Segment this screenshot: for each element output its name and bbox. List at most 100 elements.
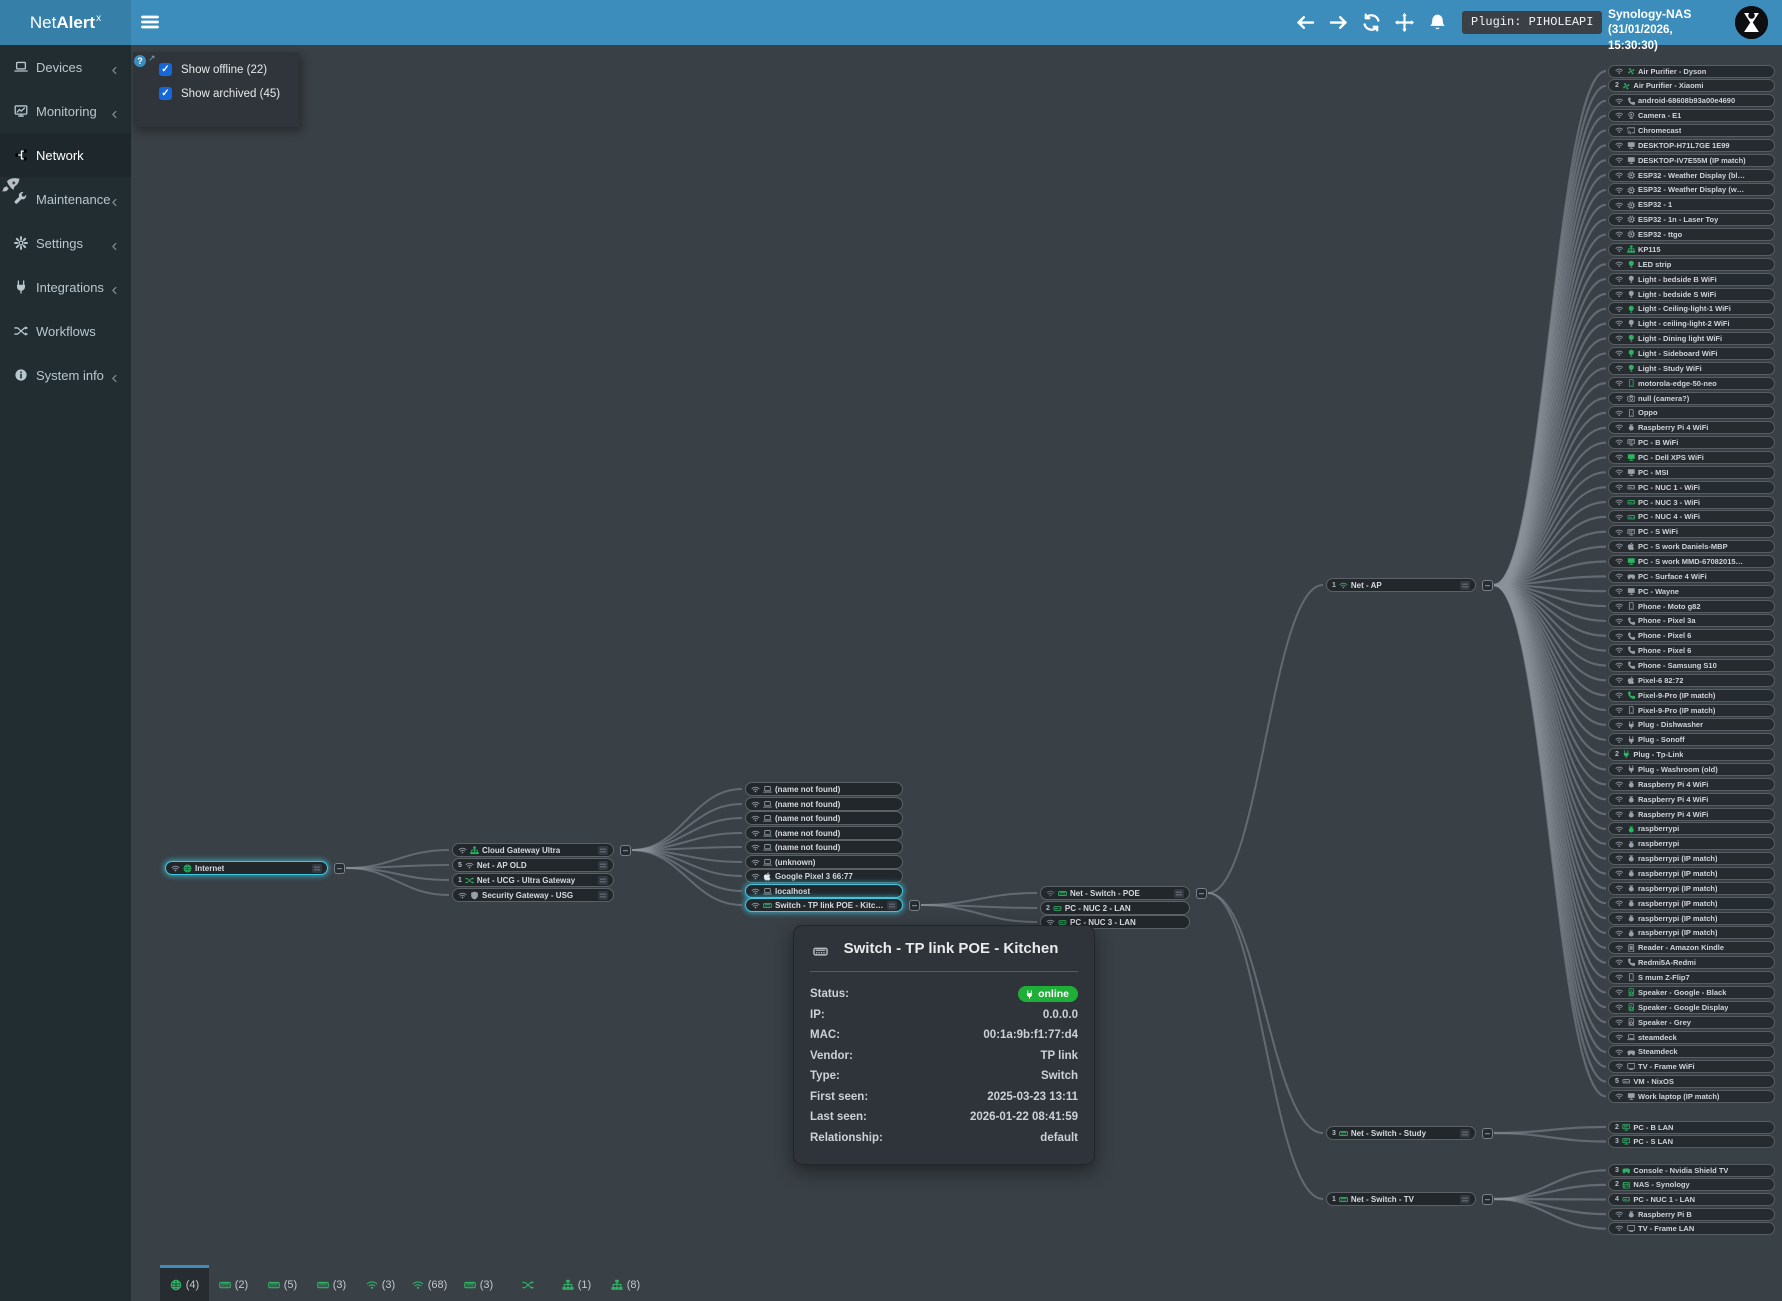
subnet-tab-9[interactable]: (1) (552, 1265, 601, 1301)
device-node[interactable]: Pixel-6 82:72 (1608, 674, 1775, 687)
device-node[interactable]: Reader - Amazon Kindle (1608, 941, 1775, 954)
device-node[interactable]: Redmi5A-Redmi (1608, 956, 1775, 969)
subnet-tab-2[interactable]: (2) (209, 1265, 258, 1301)
device-node[interactable]: KP115 (1608, 243, 1775, 256)
graph-node-sw-poe[interactable]: Net - Switch - POE (1040, 886, 1190, 900)
device-node[interactable]: Phone - Pixel 3a (1608, 614, 1775, 627)
device-node[interactable]: Raspberry Pi 4 WiFi (1608, 421, 1775, 434)
sidebar-item-system-info[interactable]: System info (0, 353, 131, 397)
brand-logo[interactable]: NetAlertx (0, 0, 131, 45)
device-node[interactable]: Phone - Pixel 6 (1608, 644, 1775, 657)
device-node[interactable]: 2NAS - Synology (1608, 1178, 1775, 1191)
collapse-cluster-button[interactable]: – (1482, 1128, 1493, 1139)
subnet-tab-10[interactable]: (8) (601, 1265, 650, 1301)
collapse-cluster-button[interactable]: – (1196, 888, 1207, 899)
device-node[interactable]: 3PC - S LAN (1608, 1135, 1775, 1148)
device-node[interactable]: Light - Sideboard WiFi (1608, 347, 1775, 360)
device-node[interactable]: raspberrypi (1608, 837, 1775, 850)
device-node[interactable]: Light - bedside S WiFi (1608, 288, 1775, 301)
device-node[interactable]: 2PC - B LAN (1608, 1121, 1775, 1134)
show-offline-checkbox[interactable]: ✓ (159, 63, 172, 76)
device-node[interactable]: Phone - Pixel 6 (1608, 629, 1775, 642)
device-node[interactable]: Plug - Sonoff (1608, 733, 1775, 746)
device-node[interactable]: ESP32 - 1n - Laser Toy (1608, 213, 1775, 226)
sidebar-item-devices[interactable]: Devices (0, 45, 131, 89)
device-node[interactable]: Air Purifier - Dyson (1608, 65, 1775, 78)
device-node[interactable]: Raspberry Pi 4 WiFi (1608, 793, 1775, 806)
nav-back-icon[interactable] (1296, 13, 1315, 32)
user-avatar[interactable] (1735, 6, 1768, 39)
refresh-icon[interactable] (1362, 13, 1381, 32)
device-node[interactable]: Plug - Washroom (old) (1608, 763, 1775, 776)
graph-node-sw-tv[interactable]: 1Net - Switch - TV (1326, 1192, 1476, 1206)
graph-node-unknown[interactable]: (unknown) (745, 855, 903, 869)
device-node[interactable]: Light - ceiling-light-2 WiFi (1608, 317, 1775, 330)
graph-node-localhost[interactable]: localhost (745, 884, 903, 898)
device-node[interactable]: Pixel-9-Pro (IP match) (1608, 689, 1775, 702)
device-node[interactable]: PC - S WiFi (1608, 525, 1775, 538)
graph-node-gpixel[interactable]: Google Pixel 3 66:77 (745, 869, 903, 883)
nav-forward-icon[interactable] (1329, 13, 1348, 32)
node-handle-icon[interactable] (598, 891, 608, 900)
device-node[interactable]: PC - MSI (1608, 466, 1775, 479)
node-handle-icon[interactable] (1174, 889, 1184, 898)
device-node[interactable]: Speaker - Grey (1608, 1016, 1775, 1029)
device-node[interactable]: Oppo (1608, 406, 1775, 419)
device-node[interactable]: 3Console - Nvidia Shield TV (1608, 1164, 1775, 1177)
subnet-tab-8[interactable] (503, 1265, 552, 1301)
sidebar-item-monitoring[interactable]: Monitoring (0, 89, 131, 133)
device-node[interactable]: Speaker - Google Display (1608, 1001, 1775, 1014)
device-node[interactable]: Light - Dining light WiFi (1608, 332, 1775, 345)
collapse-cluster-button[interactable]: – (909, 900, 920, 911)
device-node[interactable]: DESKTOP-H71L7GE 1E99 (1608, 139, 1775, 152)
collapse-cluster-button[interactable]: – (620, 845, 631, 856)
device-node[interactable]: 4PC - NUC 1 - LAN (1608, 1193, 1775, 1206)
device-node[interactable]: steamdeck (1608, 1031, 1775, 1044)
sidebar-item-workflows[interactable]: Workflows (0, 309, 131, 353)
device-node[interactable]: PC - Surface 4 WiFi (1608, 570, 1775, 583)
graph-node-net-ap-old[interactable]: 5Net - AP OLD (452, 858, 614, 872)
subnet-tab-6[interactable]: (68) (405, 1265, 454, 1301)
device-node[interactable]: PC - S work MMD-67082015… (1608, 555, 1775, 568)
device-node[interactable]: Camera - E1 (1608, 109, 1775, 122)
device-node[interactable]: null (camera?) (1608, 392, 1775, 405)
device-node[interactable]: raspberrypi (IP match) (1608, 897, 1775, 910)
subnet-tab-3[interactable]: (5) (258, 1265, 307, 1301)
device-node[interactable]: Raspberry Pi 4 WiFi (1608, 778, 1775, 791)
graph-node-nuc2[interactable]: 2PC - NUC 2 - LAN (1040, 901, 1190, 915)
device-node[interactable]: PC - S work Daniels-MBP (1608, 540, 1775, 553)
graph-node-nnf4[interactable]: (name not found) (745, 826, 903, 840)
node-handle-icon[interactable] (1460, 1129, 1470, 1138)
graph-node-nnf1[interactable]: (name not found) (745, 782, 903, 796)
device-node[interactable]: Plug - Dishwasher (1608, 718, 1775, 731)
device-node[interactable]: Raspberry Pi B (1608, 1208, 1775, 1221)
device-node[interactable]: 2Plug - Tp-Link (1608, 748, 1775, 761)
graph-node-net-ap[interactable]: 1Net - AP (1326, 578, 1476, 592)
device-node[interactable]: ESP32 - ttgo (1608, 228, 1775, 241)
device-node[interactable]: Pixel-9-Pro (IP match) (1608, 704, 1775, 717)
subnet-tab-1[interactable]: (4) (160, 1265, 209, 1301)
pan-move-icon[interactable] (1395, 13, 1414, 32)
device-node[interactable]: Speaker - Google - Black (1608, 986, 1775, 999)
sidebar-item-network[interactable]: Network (0, 133, 131, 177)
help-icon[interactable]: ? (134, 55, 146, 67)
collapse-cluster-button[interactable]: – (1482, 1194, 1493, 1205)
device-node[interactable]: android-68608b93a00e4690 (1608, 94, 1775, 107)
device-node[interactable]: DESKTOP-IV7E55M (IP match) (1608, 154, 1775, 167)
rocket-icon[interactable] (1, 175, 21, 195)
device-node[interactable]: PC - NUC 1 - WiFi (1608, 481, 1775, 494)
collapse-cluster-button[interactable]: – (334, 863, 345, 874)
graph-node-nnf2[interactable]: (name not found) (745, 797, 903, 811)
menu-toggle-icon[interactable] (140, 12, 160, 32)
device-node[interactable]: LED strip (1608, 258, 1775, 271)
device-node[interactable]: motorola-edge-50-neo (1608, 377, 1775, 390)
device-node[interactable]: Light - Study WiFi (1608, 362, 1775, 375)
show-archived-checkbox[interactable]: ✓ (159, 87, 172, 100)
device-node[interactable]: Chromecast (1608, 124, 1775, 137)
graph-node-sw-study[interactable]: 3Net - Switch - Study (1326, 1126, 1476, 1140)
graph-node-switch-tp[interactable]: Switch - TP link POE - Kitchen (745, 898, 903, 912)
device-node[interactable]: Phone - Moto g82 (1608, 600, 1775, 613)
device-node[interactable]: PC - Dell XPS WiFi (1608, 451, 1775, 464)
device-node[interactable]: PC - NUC 4 - WiFi (1608, 510, 1775, 523)
notifications-bell-icon[interactable] (1428, 13, 1447, 32)
